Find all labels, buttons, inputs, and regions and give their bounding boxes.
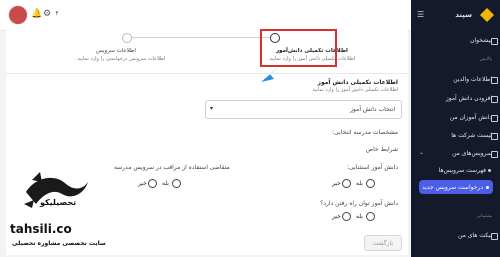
special-conditions-title: شرایط خاص	[365, 146, 398, 153]
stepper-line	[126, 37, 276, 38]
bullet-icon	[486, 186, 489, 189]
exceptional-yes-radio[interactable]	[366, 179, 375, 188]
sidebar-item-service-list[interactable]: فهرست سرویس‌ها	[439, 167, 486, 174]
sidebar-item-new-service-request[interactable]: درخواست سرویس جدید	[419, 180, 493, 194]
step-2-title: اطلاعات سرویس	[96, 48, 136, 54]
watermark-logo	[24, 172, 88, 208]
sidebar-item-my-students[interactable]: دانش آموزان من	[450, 114, 492, 121]
walk-yes-radio[interactable]	[366, 212, 375, 221]
brand-logo-icon	[480, 8, 494, 22]
step-2-subtitle: اطلاعات سرویس درخواستی را وارد نمایید.	[76, 56, 166, 62]
sidebar-section-label: پالایش	[479, 57, 492, 62]
sidebar-item-tickets[interactable]: تیکت های من	[458, 232, 492, 239]
sidebar-support-label: پشتیبانی	[476, 214, 492, 219]
supervisor-yes-label: بله	[162, 180, 169, 187]
step-2-dot	[122, 33, 132, 43]
avatar[interactable]	[8, 5, 28, 25]
cursor-arrow-icon	[261, 66, 280, 82]
bell-icon[interactable]: 🔔	[31, 9, 42, 19]
highlight-box	[260, 29, 337, 67]
user-plus-icon	[491, 96, 498, 103]
watermark-brand: تحصیلیکو	[40, 198, 77, 207]
walk-question: دانش آموز توان راه رفتن دارد؟	[320, 200, 398, 207]
bullet-icon	[488, 169, 491, 172]
chevron-down-icon: ⌄	[419, 149, 425, 156]
sidebar-item-parents[interactable]: اطلاعات والدین	[453, 76, 492, 83]
user-icon	[491, 77, 498, 84]
back-button-label: بازگشت	[372, 240, 394, 247]
chevron-down-icon: ▾	[210, 105, 214, 112]
walk-no-radio[interactable]	[342, 212, 351, 221]
sidebar-item-companies[interactable]: لیست شرکت ها	[451, 132, 492, 139]
new-service-request-label: درخواست سرویس جدید	[421, 184, 483, 191]
users-icon	[491, 115, 498, 122]
notification-badge: ۴	[55, 10, 59, 17]
student-select[interactable]: انتخاب دانش آموز ▾	[205, 100, 402, 119]
home-icon	[491, 38, 498, 45]
brand-name: سپند	[455, 11, 472, 19]
sidebar: سپند ☰ پیشخوان پالایش اطلاعات والدین افز…	[411, 0, 500, 257]
exceptional-no-label: خیر	[332, 180, 341, 187]
school-section-title: مشخصات مدرسه انتخابی:	[332, 129, 398, 136]
watermark-tagline: سایت تخصصی مشاوره تحصیلی	[12, 240, 106, 247]
sidebar-item-my-services[interactable]: سرویس‌های من	[452, 150, 492, 157]
sidebar-item-dashboard[interactable]: پیشخوان	[470, 37, 492, 44]
exceptional-no-radio[interactable]	[342, 179, 351, 188]
walk-no-label: خیر	[332, 213, 341, 220]
settings-icon[interactable]: ⚙	[42, 9, 52, 19]
ticket-icon	[491, 233, 498, 240]
form-subheading: اطلاعات تکمیلی دانش آموز را وارد نمایید	[312, 87, 398, 93]
form-heading: اطلاعات تکمیلی دانش آموز	[317, 79, 398, 86]
supervisor-no-label: خیر	[138, 180, 147, 187]
walk-yes-label: بله	[356, 213, 363, 220]
back-button[interactable]: بازگشت	[364, 235, 402, 251]
bus-icon	[491, 151, 498, 158]
menu-icon[interactable]: ☰	[417, 10, 424, 19]
watermark-url: tahsili.co	[10, 222, 72, 236]
top-bar: 🔔 ⚙ ۴	[0, 0, 411, 31]
supervisor-yes-radio[interactable]	[172, 179, 181, 188]
exceptional-yes-label: بله	[356, 180, 363, 187]
building-icon	[491, 133, 498, 140]
divider	[6, 73, 408, 74]
sidebar-item-add-student[interactable]: افزودن دانش آموز	[446, 95, 492, 102]
supervisor-no-radio[interactable]	[148, 179, 157, 188]
supervisor-question: متقاضی استفاده از مراقب در سرویس مدرسه	[114, 164, 230, 171]
exceptional-question: دانش آموز استثنایی:	[347, 164, 398, 171]
student-select-value: انتخاب دانش آموز	[350, 106, 395, 113]
